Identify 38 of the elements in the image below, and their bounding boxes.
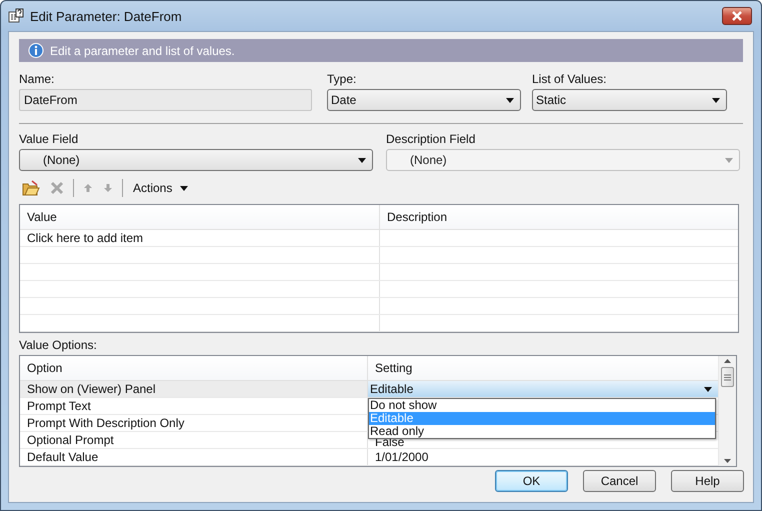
- actions-menu[interactable]: Actions: [129, 179, 192, 197]
- caret-icon: [506, 98, 514, 102]
- column-header: Option: [20, 356, 368, 380]
- close-button[interactable]: [722, 7, 752, 25]
- value-field-dropdown[interactable]: (None): [19, 149, 373, 171]
- caret-icon: [704, 386, 712, 392]
- column-header: Value: [20, 205, 380, 229]
- caret-icon: [358, 158, 366, 162]
- section-label: Value Options:: [19, 338, 98, 352]
- dialog-icon: [8, 8, 24, 24]
- window-title: Edit Parameter: DateFrom: [30, 8, 183, 24]
- name-field[interactable]: DateFrom: [19, 89, 312, 111]
- type-dropdown[interactable]: Date: [327, 89, 521, 111]
- field-label: Value Field: [19, 132, 80, 146]
- info-icon: [28, 42, 44, 58]
- dialog-button[interactable]: OK: [495, 470, 568, 492]
- caret-icon: [725, 158, 733, 162]
- field-label: List of Values:: [532, 72, 608, 86]
- caret-icon: [180, 186, 188, 190]
- caret-icon: [712, 98, 720, 102]
- option-cell[interactable]: Default Value: [20, 449, 368, 465]
- close-icon: [731, 11, 743, 21]
- field-label: Type:: [327, 72, 358, 86]
- banner-text: Edit a parameter and list of values.: [50, 44, 235, 58]
- list-of-values-dropdown[interactable]: Static: [532, 89, 727, 111]
- setting-dropdown[interactable]: Editable: [368, 381, 718, 397]
- table-cell[interactable]: Click here to add item: [20, 230, 380, 246]
- field-label: Description Field: [386, 132, 476, 146]
- setting-cell: 1/01/2000: [375, 450, 428, 464]
- option-cell[interactable]: Show on (Viewer) Panel: [20, 381, 368, 397]
- dropdown-option[interactable]: Read only: [369, 425, 715, 438]
- field-label: Name:: [19, 72, 56, 86]
- dialog-button[interactable]: Help: [671, 470, 744, 492]
- column-header: Description: [386, 209, 448, 226]
- scrollbar-thumb[interactable]: [721, 367, 734, 387]
- dropdown-option[interactable]: Do not show: [369, 399, 715, 412]
- column-header: Setting: [374, 360, 414, 377]
- dialog-button[interactable]: Cancel: [583, 470, 656, 492]
